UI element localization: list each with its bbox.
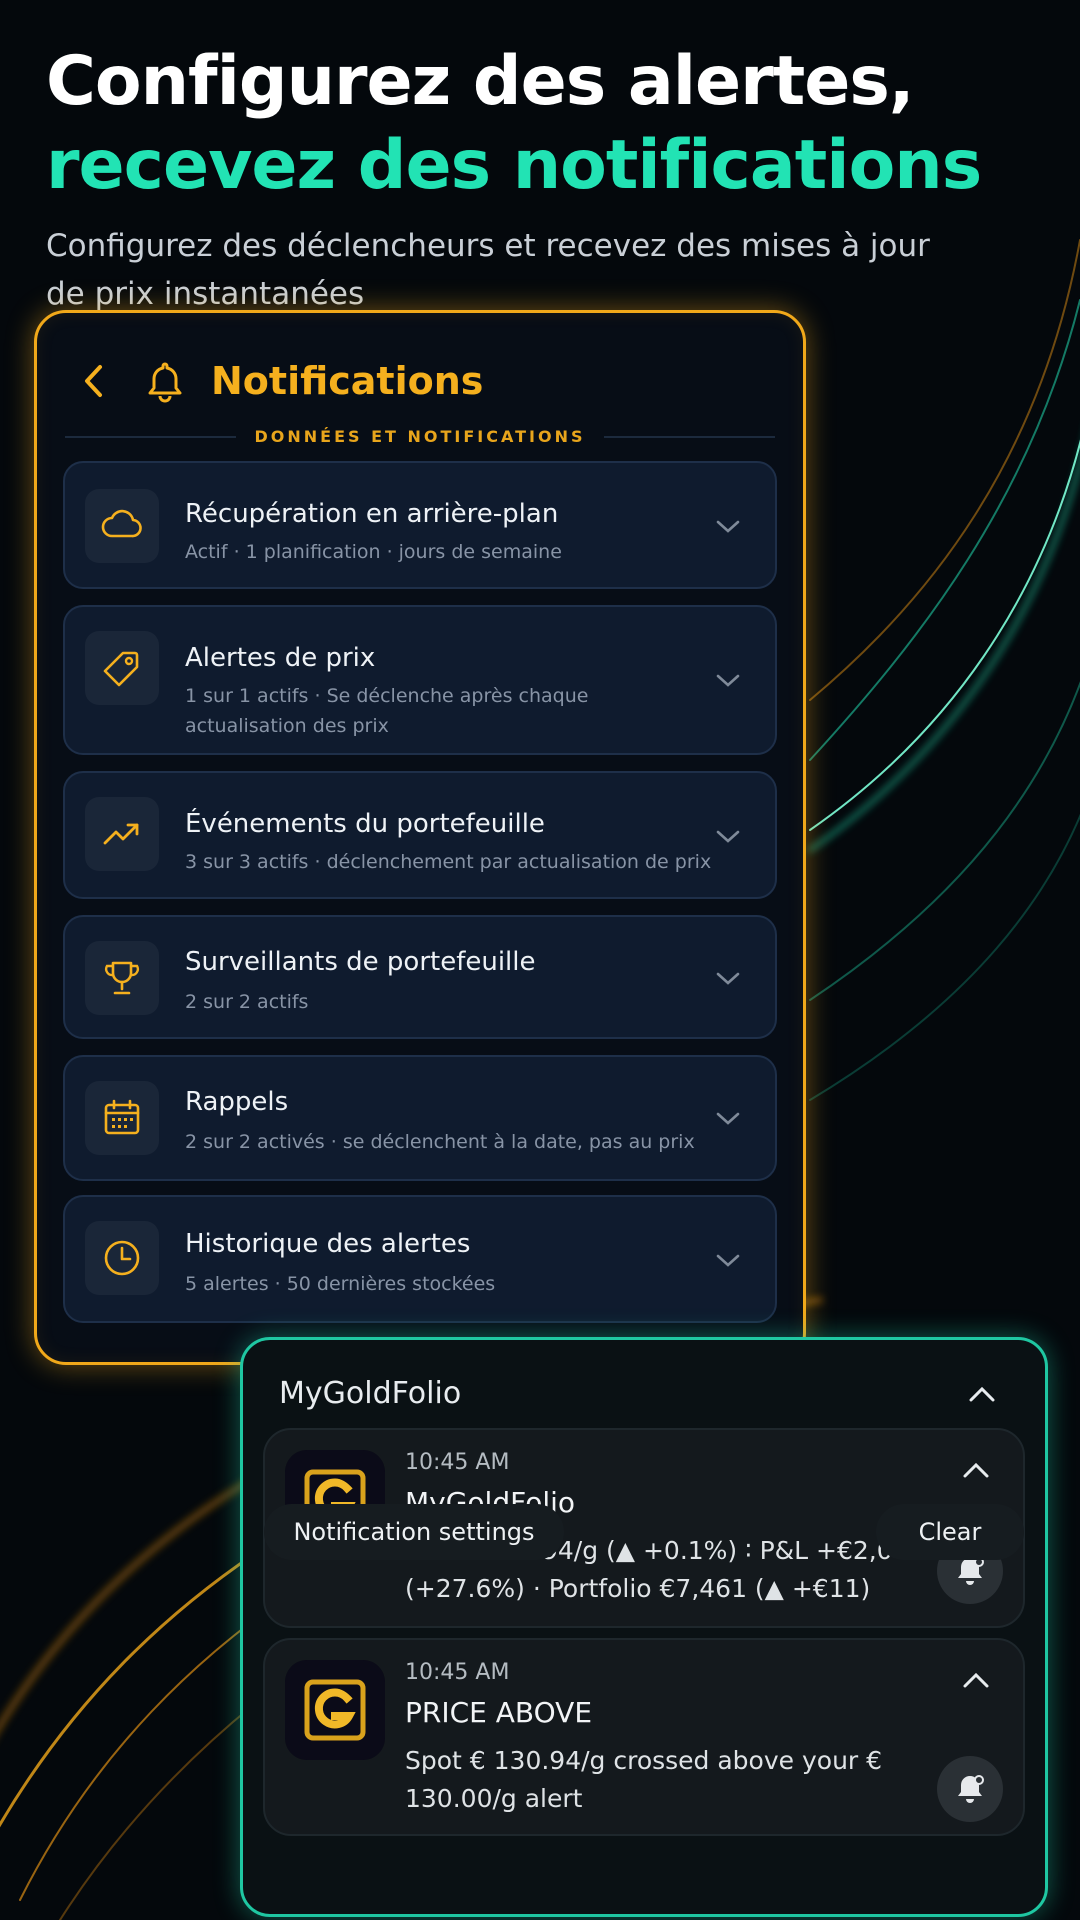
settings-item-background-fetch[interactable]: Récupération en arrière-plan Actif · 1 p… [63, 461, 777, 589]
hero-title-line1: Configurez des alertes, [46, 42, 915, 121]
chevron-down-icon[interactable] [713, 517, 743, 537]
section-divider: DONNÉES ET NOTIFICATIONS [65, 427, 776, 446]
panel-title: Notifications [211, 359, 484, 403]
notification-item[interactable]: 10:45 AM PRICE ABOVE Spot € 130.94/g cro… [263, 1638, 1025, 1836]
chevron-down-icon[interactable] [713, 969, 743, 989]
chevron-up-icon[interactable] [961, 1460, 991, 1480]
item-title: Événements du portefeuille [185, 809, 545, 839]
chevron-down-icon[interactable] [713, 1109, 743, 1129]
item-subtitle: Actif · 1 planification · jours de semai… [185, 541, 562, 563]
chevron-down-icon[interactable] [713, 671, 743, 691]
calendar-icon [85, 1081, 159, 1155]
chevron-left-icon[interactable] [73, 361, 113, 401]
clear-button[interactable]: Clear [876, 1504, 1024, 1560]
notification-settings-button[interactable]: Notification settings [264, 1504, 564, 1560]
chevron-down-icon[interactable] [713, 1251, 743, 1271]
notification-time: 10:45 AM [405, 1660, 510, 1685]
settings-item-reminders[interactable]: Rappels 2 sur 2 activés · se déclenchent… [63, 1055, 777, 1181]
tag-icon [85, 631, 159, 705]
item-subtitle: 1 sur 1 actifs · Se déclenche après chaq… [185, 685, 589, 737]
clock-icon [85, 1221, 159, 1295]
item-subtitle: 5 alertes · 50 dernières stockées [185, 1273, 496, 1295]
item-title: Surveillants de portefeuille [185, 947, 536, 977]
trophy-icon [85, 941, 159, 1015]
trend-up-icon [85, 797, 159, 871]
cloud-icon [85, 489, 159, 563]
notifications-panel: Notifications DONNÉES ET NOTIFICATIONS R… [34, 310, 806, 1365]
notification-group-app-name: MyGoldFolio [279, 1376, 462, 1411]
notification-body: Spot € 130.94/g crossed above your € 130… [405, 1746, 883, 1813]
notification-time: 10:45 AM [405, 1450, 510, 1475]
chevron-down-icon[interactable] [713, 827, 743, 847]
panel-header: Notifications [73, 349, 483, 413]
item-subtitle: 2 sur 2 activés · se déclenchent à la da… [185, 1131, 695, 1153]
app-logo-icon [285, 1660, 385, 1760]
section-label: DONNÉES ET NOTIFICATIONS [254, 427, 586, 446]
bell-icon [148, 362, 182, 403]
bell-snooze-icon[interactable] [937, 1756, 1003, 1822]
settings-item-price-alerts[interactable]: Alertes de prix 1 sur 1 actifs · Se décl… [63, 605, 777, 755]
item-title: Historique des alertes [185, 1229, 471, 1259]
hero: Configurez des alertes, recevez des noti… [46, 40, 1046, 318]
item-subtitle: 2 sur 2 actifs [185, 991, 309, 1013]
notification-shade: MyGoldFolio 10:45 AM MyGoldFolio Gold €1… [240, 1337, 1048, 1917]
item-subtitle: 3 sur 3 actifs · déclenchement par actua… [185, 851, 712, 873]
item-title: Alertes de prix [185, 643, 376, 673]
notification-title: PRICE ABOVE [405, 1696, 593, 1729]
settings-item-portfolio-watchers[interactable]: Surveillants de portefeuille 2 sur 2 act… [63, 915, 777, 1039]
hero-subtitle: Configurez des déclencheurs et recevez d… [46, 228, 930, 312]
settings-item-alert-history[interactable]: Historique des alertes 5 alertes · 50 de… [63, 1195, 777, 1323]
hero-title-line2: recevez des notifications [46, 126, 982, 205]
item-title: Rappels [185, 1087, 289, 1117]
settings-item-portfolio-events[interactable]: Événements du portefeuille 3 sur 3 actif… [63, 771, 777, 899]
chevron-up-icon[interactable] [967, 1384, 997, 1404]
item-title: Récupération en arrière-plan [185, 499, 559, 529]
chevron-up-icon[interactable] [961, 1670, 991, 1690]
